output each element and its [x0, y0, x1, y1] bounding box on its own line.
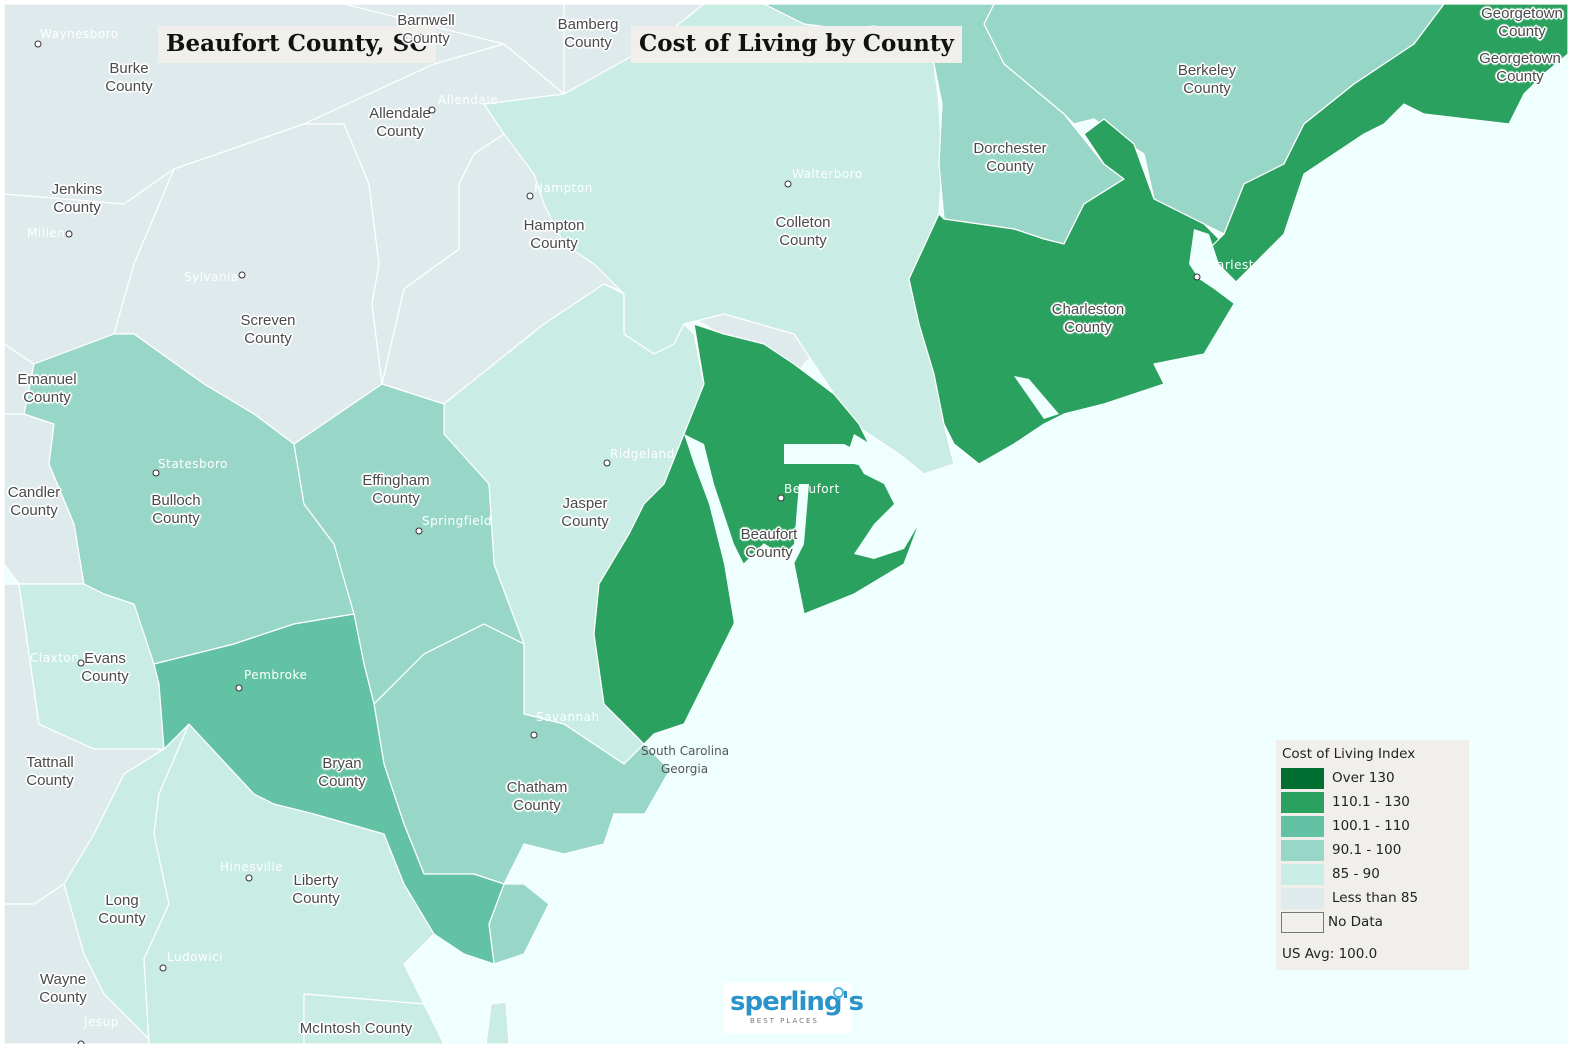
- legend-swatch: [1281, 864, 1324, 885]
- legend-item-less-than-85: Less than 85: [1281, 888, 1466, 910]
- city-label-springfield: Springfield: [422, 514, 493, 528]
- city-marker-sylvania[interactable]: [238, 271, 246, 279]
- city-label-sylvania: Sylvania: [184, 270, 239, 284]
- label-georgetown-2: Georgetown County: [1479, 50, 1561, 85]
- label-evans: Evans County: [81, 650, 129, 685]
- label-hampton: Hampton County: [523, 217, 585, 252]
- city-marker-walterboro[interactable]: [784, 180, 792, 188]
- city-label-claxton: Claxton: [30, 651, 80, 665]
- legend-item-85-90: 85 - 90: [1281, 864, 1466, 886]
- label-tattnall: Tattnall County: [26, 754, 74, 789]
- label-colleton: Colleton County: [775, 214, 831, 249]
- city-marker-hampton[interactable]: [526, 192, 534, 200]
- legend-title: Cost of Living Index: [1282, 746, 1416, 762]
- legend-label: 85 - 90: [1332, 866, 1380, 882]
- legend-item-over-130: Over 130: [1281, 768, 1466, 790]
- label-candler: Candler County: [7, 484, 61, 519]
- label-berkeley: Berkeley County: [1177, 62, 1237, 97]
- label-burke: Burke County: [105, 60, 153, 95]
- label-beaufort: Beaufort County: [740, 526, 798, 561]
- city-label-hampton: Hampton: [534, 181, 593, 195]
- legend: Cost of Living Index Over 130 110.1 - 13…: [1276, 740, 1469, 970]
- label-dorchester: Dorchester County: [973, 140, 1047, 175]
- city-label-beaufort: Beaufort: [784, 482, 840, 496]
- legend-swatch: [1281, 888, 1324, 909]
- legend-swatch: [1281, 768, 1324, 789]
- sperlings-logo[interactable]: sperling's BEST PLACES: [724, 983, 864, 1033]
- us-average: US Avg: 100.0: [1282, 946, 1378, 962]
- label-long: Long County: [98, 892, 146, 927]
- logo-tagline: BEST PLACES: [750, 1017, 819, 1025]
- legend-label: 90.1 - 100: [1332, 842, 1402, 858]
- map[interactable]: Beaufort County, SC Cost of Living by Co…: [4, 4, 1568, 1044]
- city-label-ridgeland: Ridgeland: [610, 447, 675, 461]
- label-charleston: Charleston County: [1051, 301, 1125, 336]
- state-label-south-carolina: South Carolina: [641, 744, 730, 758]
- city-marker-charleston[interactable]: [1193, 273, 1201, 281]
- label-jenkins: Jenkins County: [51, 181, 103, 216]
- city-marker-ludowici[interactable]: [159, 964, 167, 972]
- city-label-waynesboro: Waynesboro: [40, 27, 119, 41]
- label-screven: Screven County: [240, 312, 296, 347]
- city-label-statesboro: Statesboro: [158, 457, 228, 471]
- state-label-georgia: Georgia: [661, 762, 709, 776]
- label-mcintosh: McIntosh County: [299, 1020, 413, 1037]
- map-title: Cost of Living by County: [631, 26, 962, 63]
- city-label-walterboro: Walterboro: [792, 167, 863, 181]
- city-label-allendale: Allendale: [438, 93, 499, 107]
- label-georgetown-1: Georgetown County: [1481, 5, 1563, 40]
- label-chatham: Chatham County: [506, 779, 568, 814]
- legend-swatch: [1281, 792, 1324, 813]
- city-marker-waynesboro[interactable]: [34, 40, 42, 48]
- label-jasper: Jasper County: [561, 495, 609, 530]
- city-marker-allendale[interactable]: [428, 106, 436, 114]
- city-marker-hinesville[interactable]: [245, 874, 253, 882]
- label-bamberg: Bamberg County: [557, 16, 619, 51]
- label-barnwell: Barnwell County: [397, 12, 455, 47]
- city-label-charleston: Charleston: [1200, 258, 1270, 272]
- legend-label: No Data: [1328, 914, 1383, 930]
- legend-item-90-100: 90.1 - 100: [1281, 840, 1466, 862]
- city-label-savannah: Savannah: [536, 710, 600, 724]
- city-marker-millen[interactable]: [65, 230, 73, 238]
- label-liberty: Liberty County: [292, 872, 340, 907]
- city-label-jesup: Jesup: [84, 1015, 119, 1029]
- city-label-pembroke: Pembroke: [244, 668, 308, 682]
- legend-label: Over 130: [1332, 770, 1395, 786]
- legend-item-110-130: 110.1 - 130: [1281, 792, 1466, 814]
- legend-label: 110.1 - 130: [1332, 794, 1410, 810]
- legend-swatch: [1281, 816, 1324, 837]
- label-bulloch: Bulloch County: [151, 492, 201, 527]
- city-marker-savannah[interactable]: [530, 731, 538, 739]
- legend-item-no-data: No Data: [1281, 912, 1466, 934]
- city-label-hinesville: Hinesville: [220, 860, 284, 874]
- label-allendale: Allendale County: [369, 105, 431, 140]
- label-bryan: Bryan County: [318, 755, 366, 790]
- city-marker-springfield[interactable]: [415, 527, 423, 535]
- label-emanuel: Emanuel County: [17, 371, 77, 406]
- city-label-millen: Millen: [27, 226, 66, 240]
- location-title: Beaufort County, SC: [158, 26, 436, 63]
- city-marker-pembroke[interactable]: [235, 684, 243, 692]
- label-effingham: Effingham County: [362, 472, 430, 507]
- legend-label: 100.1 - 110: [1332, 818, 1410, 834]
- legend-label: Less than 85: [1332, 890, 1419, 906]
- legend-swatch: [1281, 840, 1324, 861]
- legend-item-100-110: 100.1 - 110: [1281, 816, 1466, 838]
- city-marker-jesup[interactable]: [77, 1040, 85, 1044]
- legend-swatch: [1281, 912, 1324, 933]
- label-wayne: Wayne County: [39, 971, 87, 1006]
- city-label-ludowici: Ludowici: [167, 950, 224, 964]
